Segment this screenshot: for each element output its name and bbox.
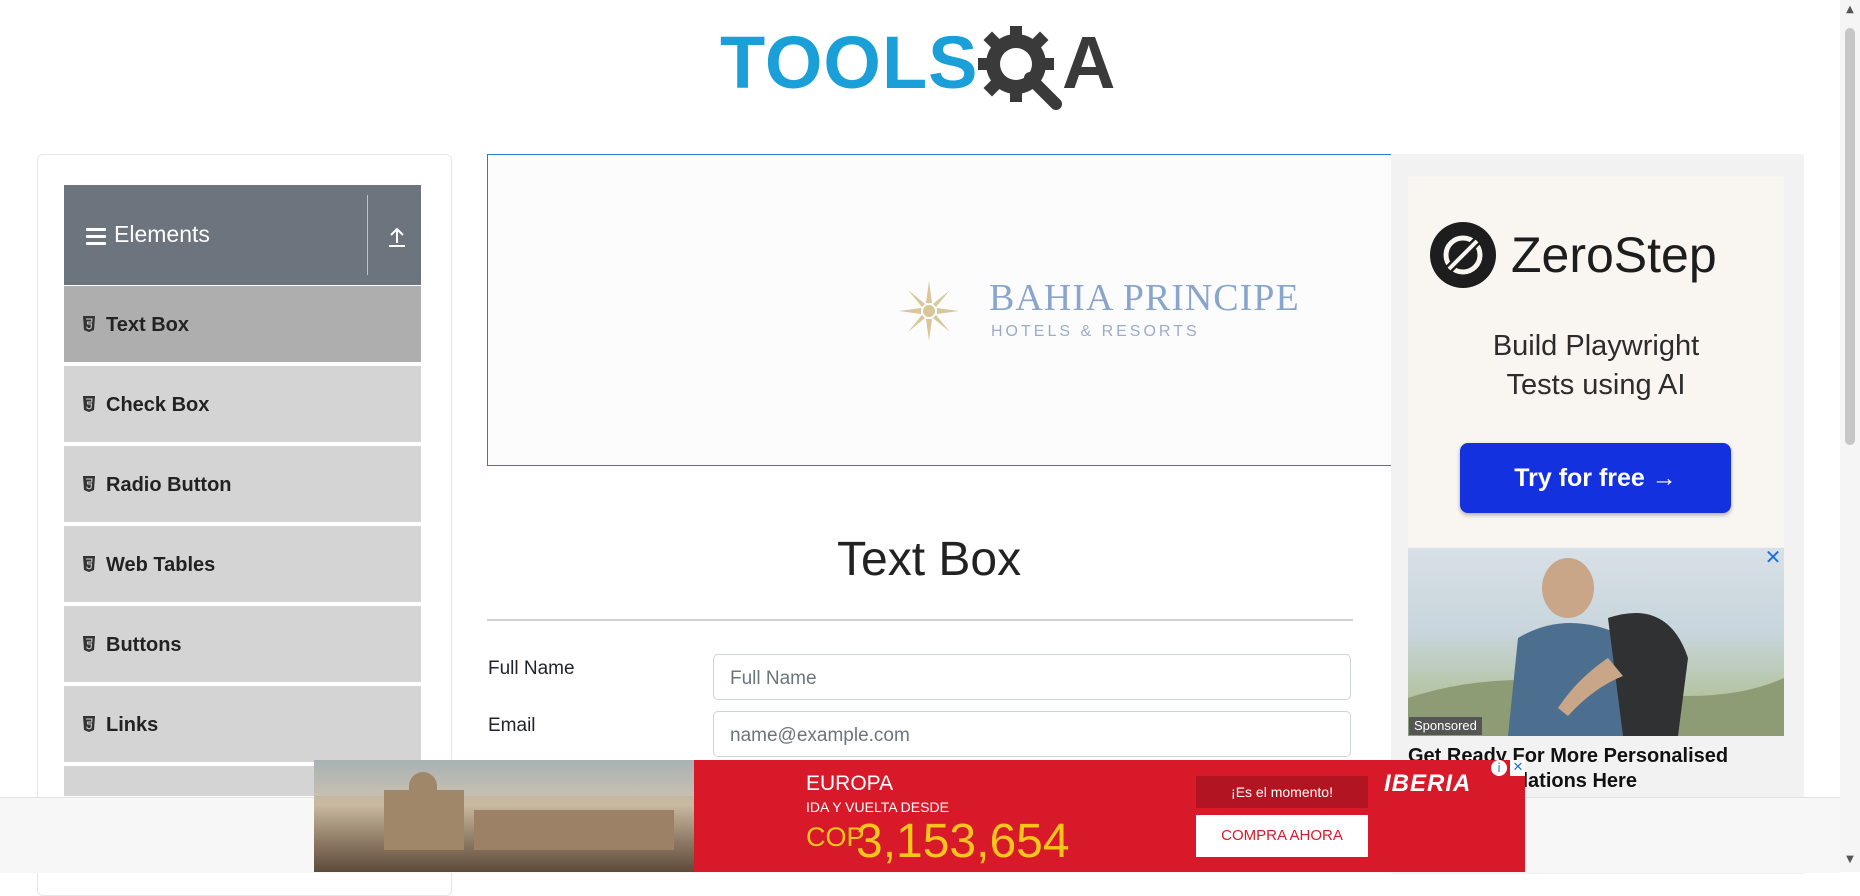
zerostep-brand: ZeroStep [1511, 227, 1717, 283]
html5-icon [83, 716, 95, 732]
html5-icon [83, 476, 95, 492]
sidebar-item-text-box[interactable]: Text Box [64, 286, 421, 364]
photo-fade [694, 760, 744, 872]
header-separator [367, 195, 368, 275]
email-label: Email [488, 715, 536, 736]
logo-text-a: A [1062, 21, 1115, 104]
email-input[interactable]: name@example.com [713, 711, 1351, 757]
price: 3,153,654 [856, 815, 1070, 868]
group-title: Elements [114, 221, 210, 247]
scrollbar-thumb[interactable] [1845, 28, 1855, 445]
sidebar-item-label: Check Box [106, 394, 210, 416]
hiker-photo-ad[interactable] [1408, 548, 1784, 736]
zerostep-logo-icon [1430, 222, 1496, 288]
html5-icon [83, 556, 95, 572]
sidebar-item-label: Buttons [106, 634, 182, 656]
logo-text: TOOLS [720, 21, 979, 104]
sponsored-badge: Sponsored [1409, 717, 1482, 735]
try-for-free-button[interactable]: Try for free → [1460, 443, 1731, 513]
sun-logo-icon [899, 281, 959, 341]
full-name-input[interactable]: Full Name [713, 654, 1351, 700]
sidebar-item-links[interactable]: Links [64, 686, 421, 764]
iberia-logo: IBERIA [1384, 770, 1472, 797]
zerostep-tagline: Build Playwright Tests using AI [1408, 327, 1784, 405]
close-ad-icon[interactable]: ✕ [1764, 547, 1782, 567]
sidebar-item-check-box[interactable]: Check Box [64, 366, 421, 444]
title-divider [487, 619, 1353, 621]
collapse-up-icon[interactable] [386, 225, 408, 249]
compra-ahora-button[interactable]: COMPRA AHORA [1196, 815, 1368, 857]
toolsqa-logo[interactable]: TOOLS A [720, 18, 1126, 114]
sidebar-item-label: Web Tables [106, 554, 216, 576]
scroll-down-icon[interactable]: ▼ [1844, 854, 1856, 866]
gear-magnifier-icon [978, 26, 1062, 110]
full-name-placeholder: Full Name [730, 668, 817, 689]
ad-close-icon[interactable]: ✕ [1510, 760, 1525, 776]
ad-brand: BAHIA PRINCIPE [989, 277, 1300, 319]
full-name-label: Full Name [488, 658, 575, 679]
scroll-up-icon[interactable]: ▲ [1844, 4, 1856, 16]
sidebar-item-label: Radio Button [106, 474, 232, 496]
ad-info-icon[interactable]: i [1491, 760, 1507, 776]
city-photo [314, 760, 694, 872]
html5-icon [83, 396, 95, 412]
moment-badge: ¡Es el momento! [1196, 776, 1368, 808]
email-placeholder: name@example.com [730, 725, 910, 746]
hiker-image [1408, 558, 1784, 736]
destination: EUROPA [806, 772, 894, 795]
sidebar-item-label: Links [106, 714, 159, 736]
tagline-line-1: Build Playwright [1492, 330, 1700, 362]
sidebar-item-web-tables[interactable]: Web Tables [64, 526, 421, 604]
html5-icon [83, 316, 95, 332]
hamburger-icon [86, 228, 106, 246]
iberia-ad[interactable]: EUROPA IDA Y VUELTA DESDE COP 3,153,654 … [314, 760, 1525, 872]
html5-icon [83, 636, 95, 652]
sidebar-item-buttons[interactable]: Buttons [64, 606, 421, 684]
trip-type: IDA Y VUELTA DESDE [806, 799, 949, 815]
ad-subtitle: HOTELS & RESORTS [991, 323, 1200, 340]
elements-group-header[interactable]: Elements [64, 185, 421, 285]
tagline-line-2: Tests using AI [1506, 369, 1686, 401]
sidebar-item-label: Text Box [106, 314, 189, 336]
sidebar-item-radio-button[interactable]: Radio Button [64, 446, 421, 524]
